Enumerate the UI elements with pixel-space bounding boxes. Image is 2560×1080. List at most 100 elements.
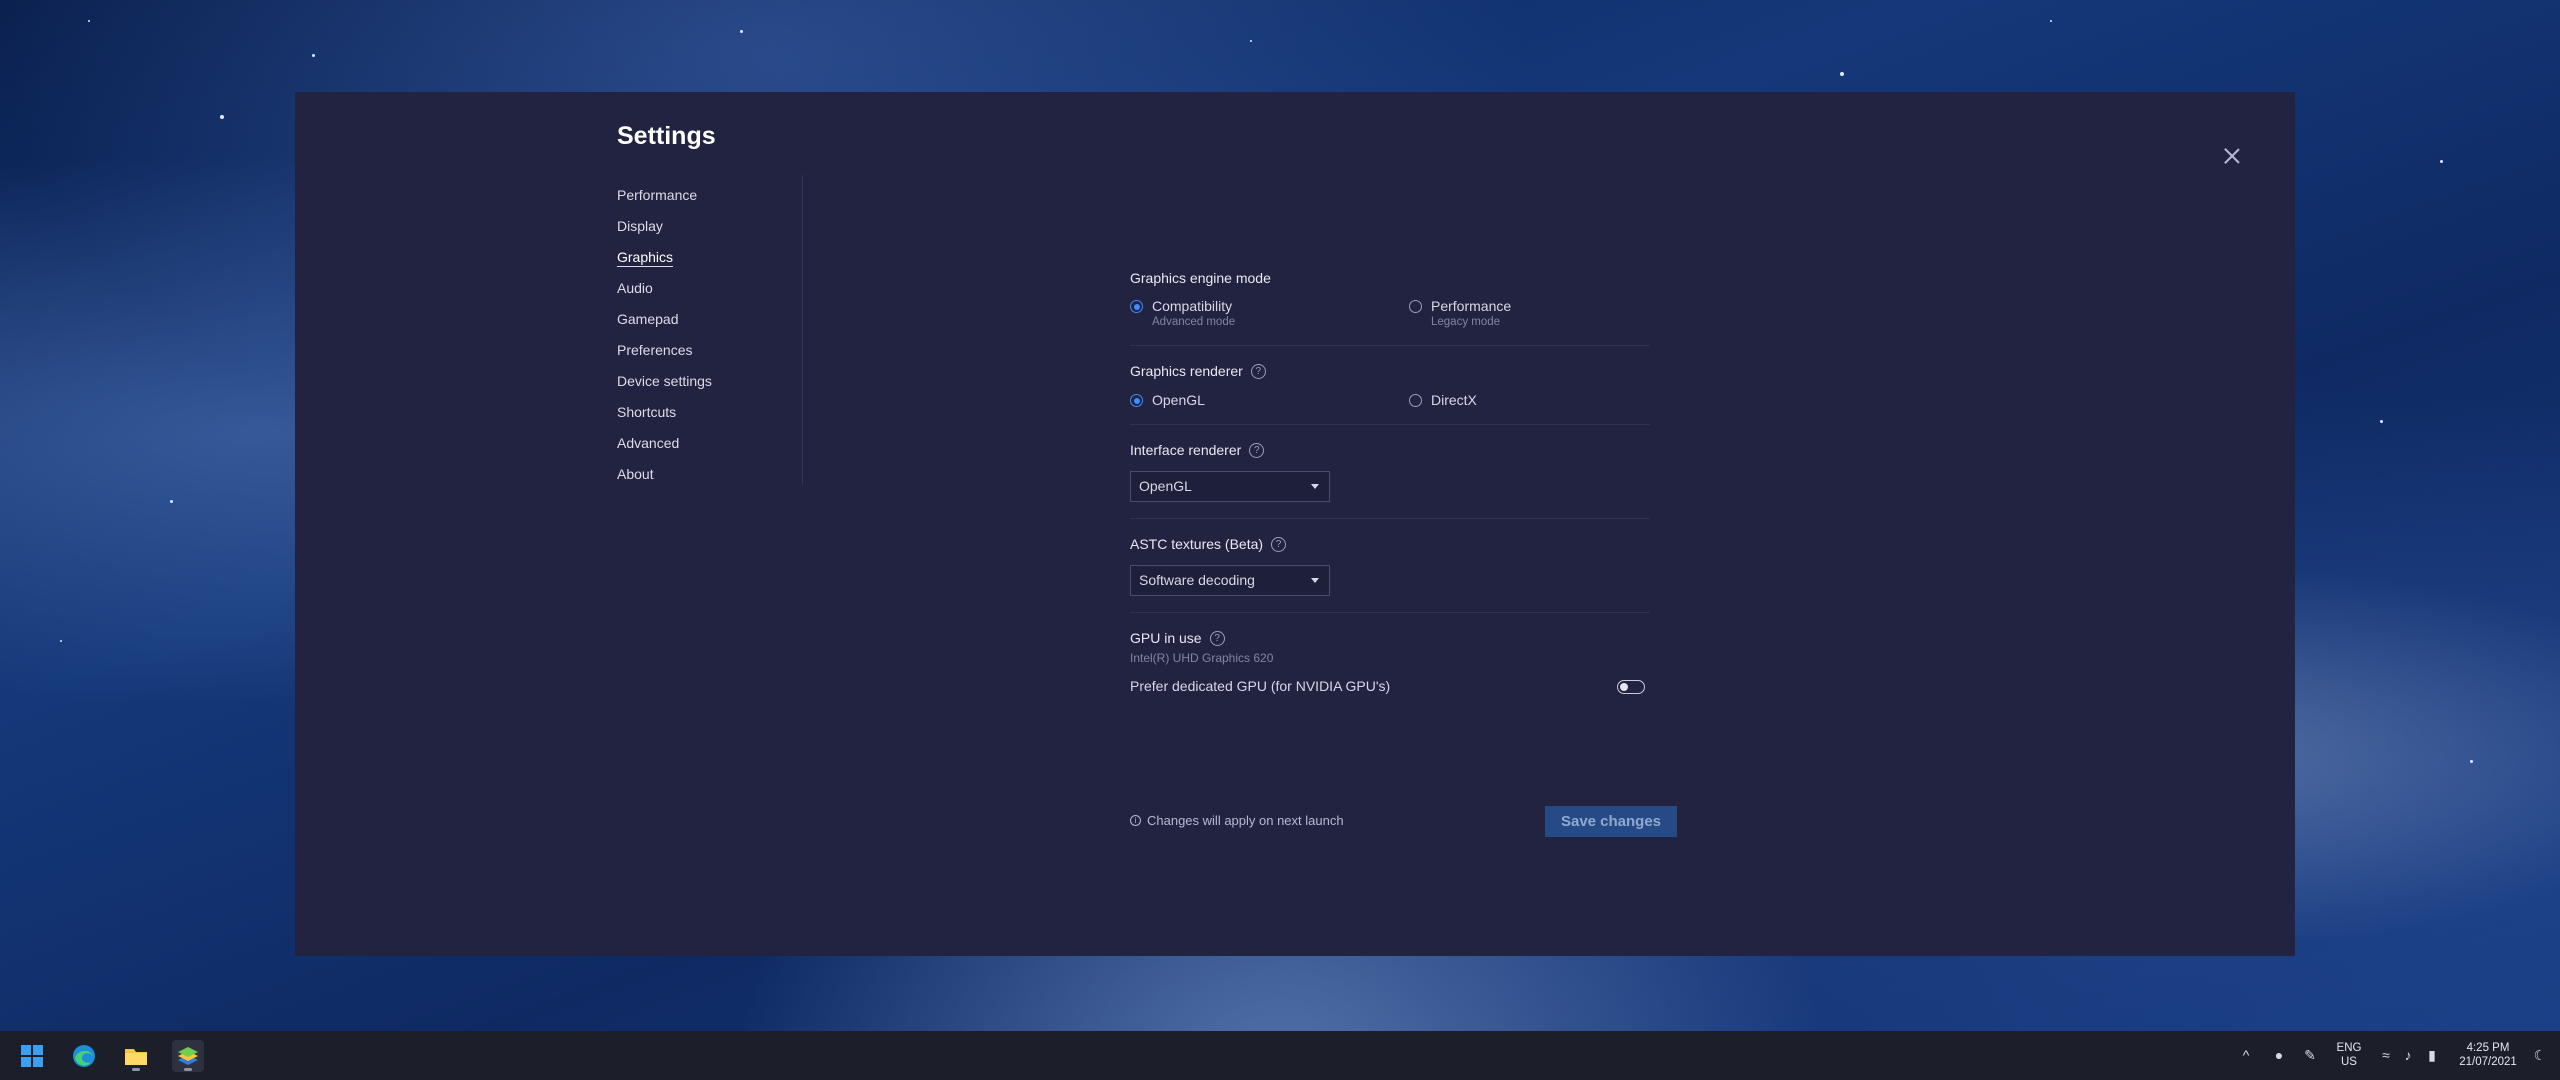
keyboard-region: US [2341, 1056, 2357, 1068]
section-divider [1130, 424, 1650, 425]
graphics-settings-panel: Graphics engine mode Compatibility Advan… [1130, 0, 1650, 1031]
star [1840, 72, 1844, 76]
select-value: OpenGL [1139, 478, 1192, 494]
star [2470, 760, 2473, 763]
volume-icon[interactable]: ♪ [2398, 1045, 2418, 1065]
taskbar: ^ ● ✎ ENG US ≈ ♪ ▮ 4:25 PM 21/07/2021 ☾ [0, 1031, 2560, 1080]
sidebar-item-device-settings[interactable]: Device settings [617, 366, 797, 397]
prefer-dedicated-gpu-toggle[interactable] [1617, 680, 1645, 694]
renderer-opengl-radio[interactable]: OpenGL [1130, 392, 1205, 409]
sidebar-item-shortcuts[interactable]: Shortcuts [617, 397, 797, 428]
sidebar-item-label: Gamepad [617, 311, 679, 327]
help-icon[interactable]: ? [1209, 630, 1225, 646]
engine-mode-compatibility-radio[interactable]: Compatibility Advanced mode [1130, 298, 1235, 329]
language-indicator[interactable]: ENG US [2332, 1041, 2366, 1069]
sidebar-item-about[interactable]: About [617, 459, 797, 490]
sidebar-item-label: Display [617, 218, 663, 234]
radio-sublabel: Legacy mode [1431, 316, 1501, 328]
battery-icon[interactable]: ▮ [2422, 1045, 2442, 1065]
changes-note-text: Changes will apply on next launch [1147, 813, 1344, 828]
interface-renderer-section: Interface renderer ? [1130, 441, 1650, 459]
radio-checked-icon [1130, 394, 1143, 407]
running-indicator [132, 1068, 140, 1071]
help-icon[interactable]: ? [1250, 363, 1266, 379]
settings-sidebar: Performance Display Graphics Audio Gamep… [617, 180, 797, 490]
chevron-up-icon[interactable]: ^ [2236, 1045, 2256, 1065]
prefer-dedicated-gpu-label: Prefer dedicated GPU (for NVIDIA GPU's) [1130, 678, 1391, 694]
sidebar-item-graphics[interactable]: Graphics [617, 242, 797, 273]
star [2050, 20, 2052, 22]
sidebar-item-label: Device settings [617, 373, 712, 389]
language-code: ENG [2336, 1042, 2362, 1054]
section-title: Graphics renderer [1130, 363, 1243, 379]
caret-down-icon [1311, 578, 1319, 583]
star [2440, 160, 2443, 163]
section-title: Interface renderer [1130, 442, 1242, 458]
section-divider [1130, 345, 1650, 346]
sidebar-item-label: Shortcuts [617, 404, 677, 420]
sidebar-item-label: Audio [617, 280, 653, 296]
engine-mode-section: Graphics engine mode [1130, 269, 1650, 287]
graphics-renderer-section: Graphics renderer ? [1130, 362, 1650, 380]
star [220, 115, 224, 119]
sidebar-item-performance[interactable]: Performance [617, 180, 797, 211]
star [170, 500, 173, 503]
interface-renderer-select[interactable]: OpenGL [1130, 471, 1330, 502]
star [60, 640, 62, 642]
help-icon[interactable]: ? [1271, 536, 1287, 552]
running-indicator [184, 1068, 192, 1071]
edge-browser-icon[interactable] [68, 1040, 100, 1072]
star [312, 54, 315, 57]
section-divider [1130, 612, 1650, 613]
changes-note: i Changes will apply on next launch [1130, 813, 1344, 828]
star [740, 30, 743, 33]
file-explorer-icon[interactable] [120, 1040, 152, 1072]
sidebar-item-audio[interactable]: Audio [617, 273, 797, 304]
microphone-icon[interactable]: ● [2269, 1045, 2289, 1065]
section-divider [1130, 518, 1650, 519]
radio-checked-icon [1130, 300, 1143, 313]
sidebar-item-advanced[interactable]: Advanced [617, 428, 797, 459]
section-title: Graphics engine mode [1130, 270, 1271, 286]
astc-textures-section: ASTC textures (Beta) ? [1130, 535, 1650, 553]
sidebar-item-preferences[interactable]: Preferences [617, 335, 797, 366]
notifications-icon[interactable]: ☾ [2530, 1045, 2550, 1065]
gpu-section: GPU in use ? [1130, 629, 1650, 647]
windows-logo-icon [21, 1045, 43, 1067]
help-icon[interactable]: ? [1249, 442, 1265, 458]
sidebar-item-gamepad[interactable]: Gamepad [617, 304, 797, 335]
select-value: Software decoding [1139, 572, 1255, 588]
save-changes-button[interactable]: Save changes [1545, 806, 1677, 837]
clock-time: 4:25 PM [2466, 1042, 2510, 1054]
sidebar-item-display[interactable]: Display [617, 211, 797, 242]
radio-unchecked-icon [1409, 394, 1422, 407]
sidebar-item-label: About [617, 466, 654, 482]
engine-mode-performance-radio[interactable]: Performance Legacy mode [1409, 298, 1511, 329]
wifi-icon[interactable]: ≈ [2376, 1045, 2396, 1065]
star [2380, 420, 2383, 423]
clock-date: 21/07/2021 [2459, 1056, 2517, 1068]
gpu-name: Intel(R) UHD Graphics 620 [1130, 651, 1274, 665]
page-title: Settings [617, 122, 716, 150]
astc-textures-select[interactable]: Software decoding [1130, 565, 1330, 596]
sidebar-item-label: Advanced [617, 435, 680, 451]
renderer-directx-radio[interactable]: DirectX [1409, 392, 1477, 409]
sidebar-divider [802, 175, 803, 485]
caret-down-icon [1311, 484, 1319, 489]
section-title: GPU in use [1130, 630, 1202, 646]
radio-label: OpenGL [1152, 392, 1205, 408]
radio-label: Performance [1431, 298, 1512, 314]
radio-sublabel: Advanced mode [1152, 316, 1236, 328]
radio-label: Compatibility [1152, 298, 1233, 314]
bluestacks-icon[interactable] [172, 1040, 204, 1072]
info-icon: i [1130, 815, 1141, 826]
sidebar-item-label: Performance [617, 187, 698, 203]
start-button[interactable] [16, 1040, 48, 1072]
sidebar-item-label: Graphics [617, 249, 674, 267]
radio-label: DirectX [1431, 392, 1477, 408]
pen-icon[interactable]: ✎ [2300, 1045, 2320, 1065]
clock[interactable]: 4:25 PM 21/07/2021 [2448, 1041, 2528, 1069]
radio-unchecked-icon [1409, 300, 1422, 313]
close-icon[interactable] [2220, 144, 2244, 168]
sidebar-item-label: Preferences [617, 342, 693, 358]
